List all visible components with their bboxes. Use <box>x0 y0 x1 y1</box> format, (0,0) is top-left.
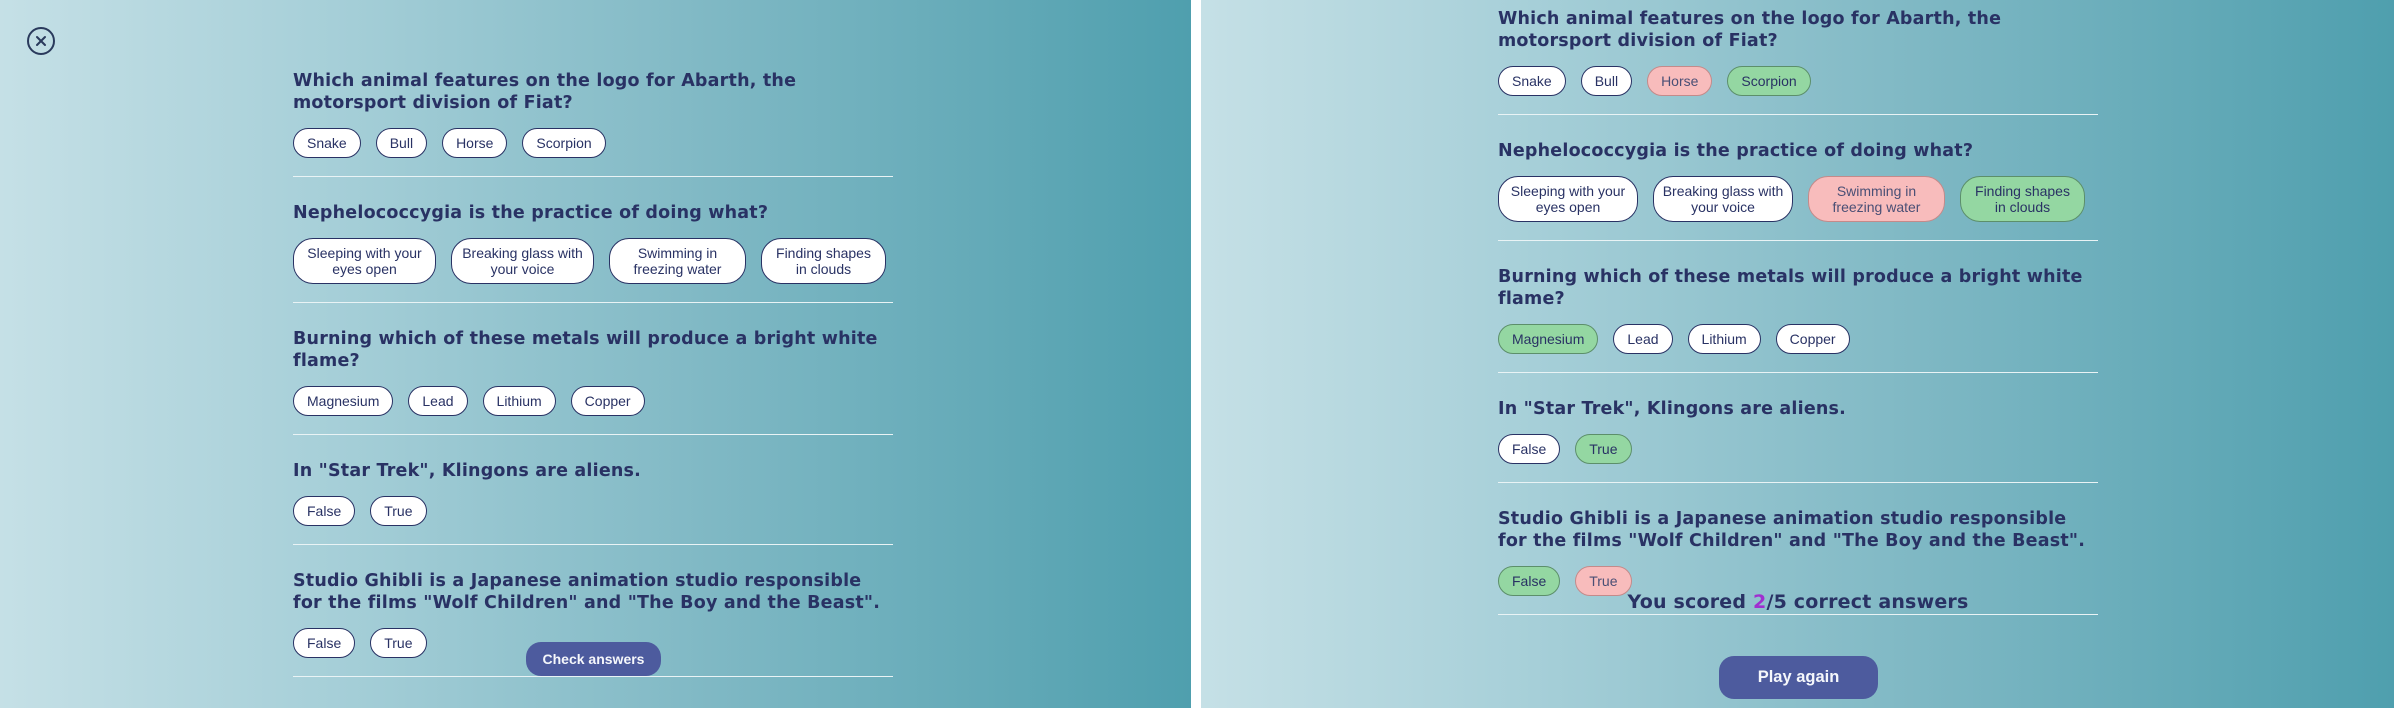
quiz-panel-unanswered: Which animal features on the logo for Ab… <box>0 0 1191 708</box>
answer-option-correct: True <box>1575 434 1632 464</box>
answer-option: Copper <box>1775 324 1850 354</box>
question-text: In "Star Trek", Klingons are aliens. <box>1498 399 1847 419</box>
answer-option: Sleeping with your eyes open <box>1498 176 1638 222</box>
close-button[interactable] <box>27 27 55 55</box>
answer-option[interactable]: Lithium <box>482 386 556 416</box>
answer-option: Breaking glass with your voice <box>1653 176 1793 222</box>
question-block: Burning which of these metals will produ… <box>1498 266 2098 373</box>
question-text: Burning which of these metals will produ… <box>293 329 878 371</box>
question-block: Nephelococcygia is the practice of doing… <box>1498 140 2098 241</box>
close-icon <box>36 36 46 46</box>
question-text: Studio Ghibli is a Japanese animation st… <box>293 571 881 613</box>
answer-option[interactable]: False <box>293 628 356 658</box>
score-correct-count: 2 <box>1753 591 1767 613</box>
answer-option: Bull <box>1580 66 1633 96</box>
answer-option[interactable]: Lead <box>408 386 468 416</box>
quiz-panel-results: Which animal features on the logo for Ab… <box>1201 0 2394 708</box>
answer-option-correct: Finding shapes in clouds <box>1960 176 2085 222</box>
question-text: Burning which of these metals will produ… <box>1498 267 2083 309</box>
score-prefix: You scored <box>1627 591 1754 613</box>
answer-option[interactable]: True <box>370 496 427 526</box>
answer-options: Snake Bull Horse Scorpion <box>293 128 893 158</box>
question-block: Burning which of these metals will produ… <box>293 328 893 435</box>
question-text: Which animal features on the logo for Ab… <box>1498 9 2002 51</box>
question-block: Which animal features on the logo for Ab… <box>1498 8 2098 115</box>
answer-option[interactable]: Bull <box>375 128 428 158</box>
answer-option[interactable]: Scorpion <box>522 128 606 158</box>
question-list: Which animal features on the logo for Ab… <box>293 70 893 702</box>
question-block: Nephelococcygia is the practice of doing… <box>293 202 893 303</box>
question-text: Which animal features on the logo for Ab… <box>293 71 797 113</box>
question-block: Which animal features on the logo for Ab… <box>293 70 893 177</box>
answer-option: Lead <box>1613 324 1673 354</box>
answer-options: Sleeping with your eyes open Breaking gl… <box>1498 176 2098 222</box>
answer-option[interactable]: Magnesium <box>293 386 394 416</box>
question-text: In "Star Trek", Klingons are aliens. <box>293 461 642 481</box>
answer-option: Snake <box>1498 66 1566 96</box>
answer-options: Snake Bull Horse Scorpion <box>1498 66 2098 96</box>
answer-option[interactable]: Swimming in freezing water <box>609 238 746 284</box>
answer-option-incorrect: Horse <box>1647 66 1713 96</box>
answer-options: False True <box>293 496 893 526</box>
answer-option[interactable]: Breaking glass with your voice <box>451 238 594 284</box>
score-suffix: /5 correct answers <box>1766 591 1969 613</box>
play-again-button[interactable]: Play again <box>1719 656 1878 699</box>
answer-option[interactable]: True <box>370 628 427 658</box>
answer-option: Lithium <box>1687 324 1761 354</box>
answer-option-correct: Magnesium <box>1498 324 1599 354</box>
answer-options: Magnesium Lead Lithium Copper <box>1498 324 2098 354</box>
question-text: Nephelococcygia is the practice of doing… <box>1498 141 1974 161</box>
answer-option-incorrect: Swimming in freezing water <box>1808 176 1945 222</box>
question-text: Studio Ghibli is a Japanese animation st… <box>1498 509 2086 551</box>
answer-options: Magnesium Lead Lithium Copper <box>293 386 893 416</box>
answer-option[interactable]: Snake <box>293 128 361 158</box>
question-block: In "Star Trek", Klingons are aliens. Fal… <box>293 460 893 545</box>
answer-options: Sleeping with your eyes open Breaking gl… <box>293 238 893 284</box>
answer-option[interactable]: Copper <box>570 386 645 416</box>
check-answers-button[interactable]: Check answers <box>526 642 661 676</box>
answer-option[interactable]: Finding shapes in clouds <box>761 238 886 284</box>
score-text: You scored 2/5 correct answers <box>1498 591 2098 613</box>
answer-option-correct: Scorpion <box>1727 66 1811 96</box>
answer-option[interactable]: False <box>293 496 356 526</box>
question-text: Nephelococcygia is the practice of doing… <box>293 203 769 223</box>
answer-options: False True <box>1498 434 2098 464</box>
question-list: Which animal features on the logo for Ab… <box>1498 8 2098 640</box>
question-block: In "Star Trek", Klingons are aliens. Fal… <box>1498 398 2098 483</box>
answer-option[interactable]: Horse <box>442 128 508 158</box>
answer-option[interactable]: Sleeping with your eyes open <box>293 238 436 284</box>
answer-option: False <box>1498 434 1561 464</box>
